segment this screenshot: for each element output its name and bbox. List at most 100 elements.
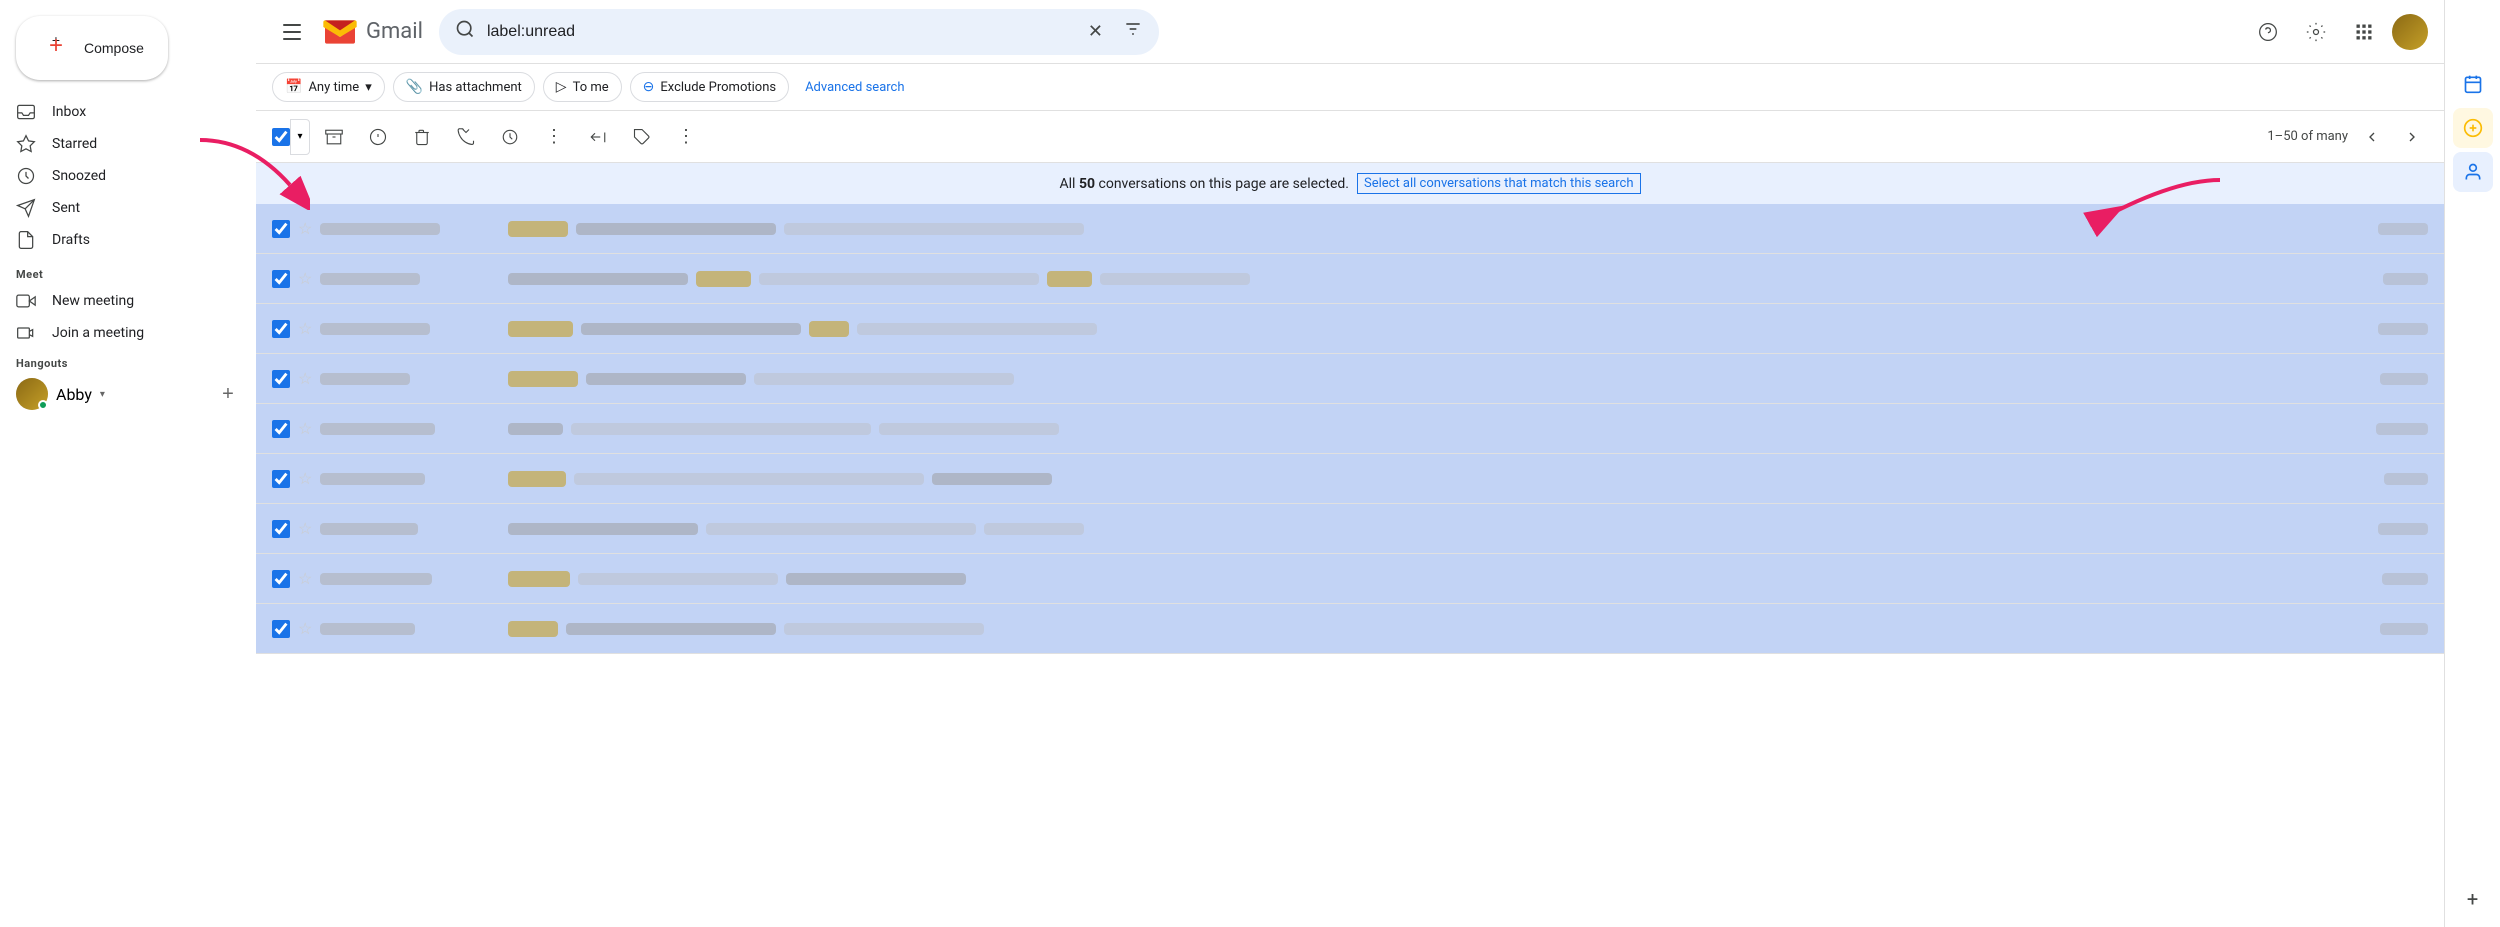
table-row[interactable]: ☆ [256,504,2444,554]
sidebar-item-new-meeting[interactable]: New meeting [0,285,240,317]
email-checkbox[interactable] [272,270,290,288]
search-bar[interactable]: ✕ [439,9,1159,55]
email-checkbox[interactable] [272,620,290,638]
tasks-panel-icon[interactable] [2453,108,2493,148]
email-checkbox[interactable] [272,370,290,388]
search-filter-icon[interactable] [1123,19,1143,44]
date-column [2348,373,2428,385]
snoozed-icon [16,166,36,186]
search-input[interactable] [487,23,1076,41]
select-dropdown-button[interactable]: ▾ [290,119,310,155]
apps-button[interactable] [2344,12,2384,52]
move-to-button[interactable] [578,117,618,157]
sidebar-item-sent[interactable]: Sent [0,192,240,224]
calendar-panel-icon[interactable] [2453,64,2493,104]
sidebar-item-starred[interactable]: Starred [0,128,240,160]
advanced-search-link[interactable]: Advanced search [805,80,904,95]
star-button[interactable]: ☆ [298,569,312,588]
email-checkbox[interactable] [272,570,290,588]
compose-button[interactable]: + Compose [16,16,168,80]
date-column [2348,223,2428,235]
email-checkbox[interactable] [272,520,290,538]
hamburger-menu-button[interactable] [272,12,312,52]
star-button[interactable]: ☆ [298,469,312,488]
table-row[interactable]: ☆ [256,604,2444,654]
to-me-icon: ▷ [556,79,567,95]
selection-banner: All 50 conversations on this page are se… [256,163,2444,204]
sidebar-item-drafts-label: Drafts [52,232,90,248]
star-button[interactable]: ☆ [298,619,312,638]
label-button[interactable] [622,117,662,157]
filter-bar: 📅 Any time ▾ 📎 Has attachment ▷ To me ⊖ … [256,64,2444,111]
date-column [2348,273,2428,285]
table-row[interactable]: ☆ [256,454,2444,504]
more-options-button[interactable]: ⋮ [534,117,574,157]
pagination-text: 1–50 of many [2267,129,2348,144]
star-button[interactable]: ☆ [298,419,312,438]
any-time-filter[interactable]: 📅 Any time ▾ [272,72,385,102]
star-button[interactable]: ☆ [298,219,312,238]
star-button[interactable]: ☆ [298,369,312,388]
sidebar-item-starred-label: Starred [52,136,97,152]
table-row[interactable]: ☆ [256,554,2444,604]
next-page-button[interactable] [2396,121,2428,153]
select-all-checkbox-wrapper[interactable]: ▾ [272,119,310,155]
sender-column [320,473,500,485]
table-row[interactable]: ☆ [256,354,2444,404]
email-body-column [508,221,2340,237]
people-panel-icon[interactable] [2453,152,2493,192]
select-all-conversations-link[interactable]: Select all conversations that match this… [1357,173,1641,194]
previous-page-button[interactable] [2356,121,2388,153]
sidebar-item-join-meeting[interactable]: Join a meeting [0,317,240,349]
star-button[interactable]: ☆ [298,319,312,338]
email-checkbox[interactable] [272,220,290,238]
archive-button[interactable] [314,117,354,157]
date-column [2348,623,2428,635]
email-checkbox[interactable] [272,320,290,338]
help-button[interactable] [2248,12,2288,52]
sidebar-item-snoozed[interactable]: Snoozed [0,160,240,192]
table-row[interactable]: ☆ [256,254,2444,304]
table-row[interactable]: ☆ [256,304,2444,354]
sent-icon [16,198,36,218]
sidebar-item-join-meeting-label: Join a meeting [52,325,144,341]
to-me-filter[interactable]: ▷ To me [543,72,622,102]
email-body-column [508,471,2340,487]
hangout-user-row[interactable]: Abby ▾ + [16,378,240,410]
email-checkbox[interactable] [272,420,290,438]
more-toolbar-options[interactable]: ⋮ [666,117,706,157]
exclude-promotions-filter[interactable]: ⊖ Exclude Promotions [630,72,789,102]
report-spam-button[interactable] [358,117,398,157]
select-all-checkbox[interactable] [272,128,290,146]
star-button[interactable]: ☆ [298,519,312,538]
user-avatar-button[interactable] [2392,14,2428,50]
sidebar-item-drafts[interactable]: Drafts [0,224,240,256]
hangouts-section: Hangouts Abby ▾ + [0,349,256,418]
sender-column [320,373,500,385]
add-hangout-button[interactable]: + [216,382,240,406]
main-content: Gmail ✕ 📅 [256,0,2444,927]
search-clear-icon[interactable]: ✕ [1088,21,1103,42]
sender-column [320,623,500,635]
star-button[interactable]: ☆ [298,269,312,288]
email-list: ☆ ☆ [256,204,2444,927]
snooze-button[interactable] [490,117,530,157]
delete-button[interactable] [402,117,442,157]
table-row[interactable]: ☆ [256,204,2444,254]
sender-column [320,423,500,435]
sidebar-item-inbox[interactable]: Inbox [0,96,240,128]
has-attachment-filter[interactable]: 📎 Has attachment [393,72,535,102]
table-row[interactable]: ☆ [256,404,2444,454]
add-panel-button[interactable]: + [2453,879,2493,919]
any-time-dropdown-icon: ▾ [365,80,372,95]
banner-text-after: conversations on this page are selected. [1099,176,1349,192]
any-time-label: Any time [308,80,359,95]
to-me-label: To me [573,80,609,95]
mark-as-read-button[interactable] [446,117,486,157]
settings-button[interactable] [2296,12,2336,52]
email-body-column [508,271,2340,287]
calendar-icon: 📅 [285,79,302,95]
compose-icon: + [40,32,72,64]
email-body-column [508,423,2340,435]
email-checkbox[interactable] [272,470,290,488]
